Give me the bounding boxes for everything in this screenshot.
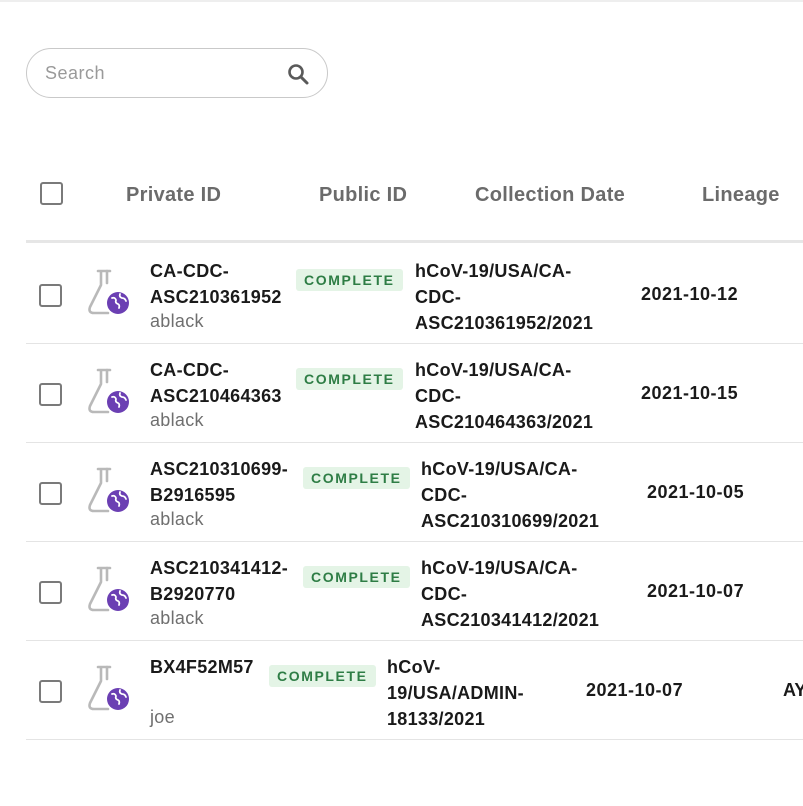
sample-flask-globe-icon <box>86 465 132 517</box>
uploader-name: joe <box>150 707 175 727</box>
uploader-name: ablack <box>150 509 204 529</box>
status-badge: COMPLETE <box>303 467 410 489</box>
private-id: ASC210341412-B2920770 <box>150 558 288 604</box>
public-id: hCoV-19/USA/CA-CDC-ASC210341412/2021 <box>421 558 600 630</box>
search-icon[interactable] <box>286 62 310 86</box>
sample-flask-globe-icon <box>86 267 132 319</box>
table-row[interactable]: ASC210310699-B2916595 ablack COMPLETE hC… <box>26 443 803 542</box>
private-id: ASC210310699-B2916595 <box>150 459 288 505</box>
private-id: CA-CDC-ASC210361952 <box>150 261 282 307</box>
table-row[interactable]: BX4F52M57 joe COMPLETE hCoV-19/USA/ADMIN… <box>26 641 803 740</box>
collection-date: 2021-10-05 <box>647 482 745 502</box>
sample-flask-globe-icon <box>86 663 132 715</box>
private-id: CA-CDC-ASC210464363 <box>150 360 282 406</box>
header-divider <box>26 240 803 243</box>
uploader-name: ablack <box>150 608 204 628</box>
uploader-name: ablack <box>150 311 204 331</box>
sample-flask-globe-icon <box>86 366 132 418</box>
row-checkbox[interactable] <box>39 482 62 505</box>
collection-date: 2021-10-15 <box>641 383 739 403</box>
lineage: AY <box>783 680 803 700</box>
status-badge: COMPLETE <box>296 368 403 390</box>
public-id: hCoV-19/USA/CA-CDC-ASC210464363/2021 <box>415 360 594 432</box>
public-id: hCoV-19/USA/ADMIN-18133/2021 <box>387 657 524 729</box>
select-all-checkbox[interactable] <box>40 182 63 205</box>
search-box[interactable] <box>26 48 328 98</box>
status-badge: COMPLETE <box>269 665 376 687</box>
row-checkbox[interactable] <box>39 284 62 307</box>
public-id: hCoV-19/USA/CA-CDC-ASC210310699/2021 <box>421 459 600 531</box>
status-badge: COMPLETE <box>296 269 403 291</box>
uploader-name: ablack <box>150 410 204 430</box>
column-header-lineage[interactable]: Lineage <box>702 184 780 207</box>
table-row[interactable]: CA-CDC-ASC210361952 ablack COMPLETE hCoV… <box>26 245 803 344</box>
table-row[interactable]: CA-CDC-ASC210464363 ablack COMPLETE hCoV… <box>26 344 803 443</box>
search-input[interactable] <box>45 61 275 85</box>
row-checkbox[interactable] <box>39 383 62 406</box>
status-badge: COMPLETE <box>303 566 410 588</box>
column-header-collection-date[interactable]: Collection Date <box>475 184 625 207</box>
collection-date: 2021-10-07 <box>586 680 684 700</box>
column-header-public-id[interactable]: Public ID <box>319 184 407 207</box>
table-row[interactable]: ASC210341412-B2920770 ablack COMPLETE hC… <box>26 542 803 641</box>
column-header-private-id[interactable]: Private ID <box>126 184 221 207</box>
public-id: hCoV-19/USA/CA-CDC-ASC210361952/2021 <box>415 261 594 333</box>
sample-flask-globe-icon <box>86 564 132 616</box>
row-checkbox[interactable] <box>39 581 62 604</box>
collection-date: 2021-10-07 <box>647 581 745 601</box>
top-divider <box>0 0 803 2</box>
collection-date: 2021-10-12 <box>641 284 739 304</box>
row-checkbox[interactable] <box>39 680 62 703</box>
